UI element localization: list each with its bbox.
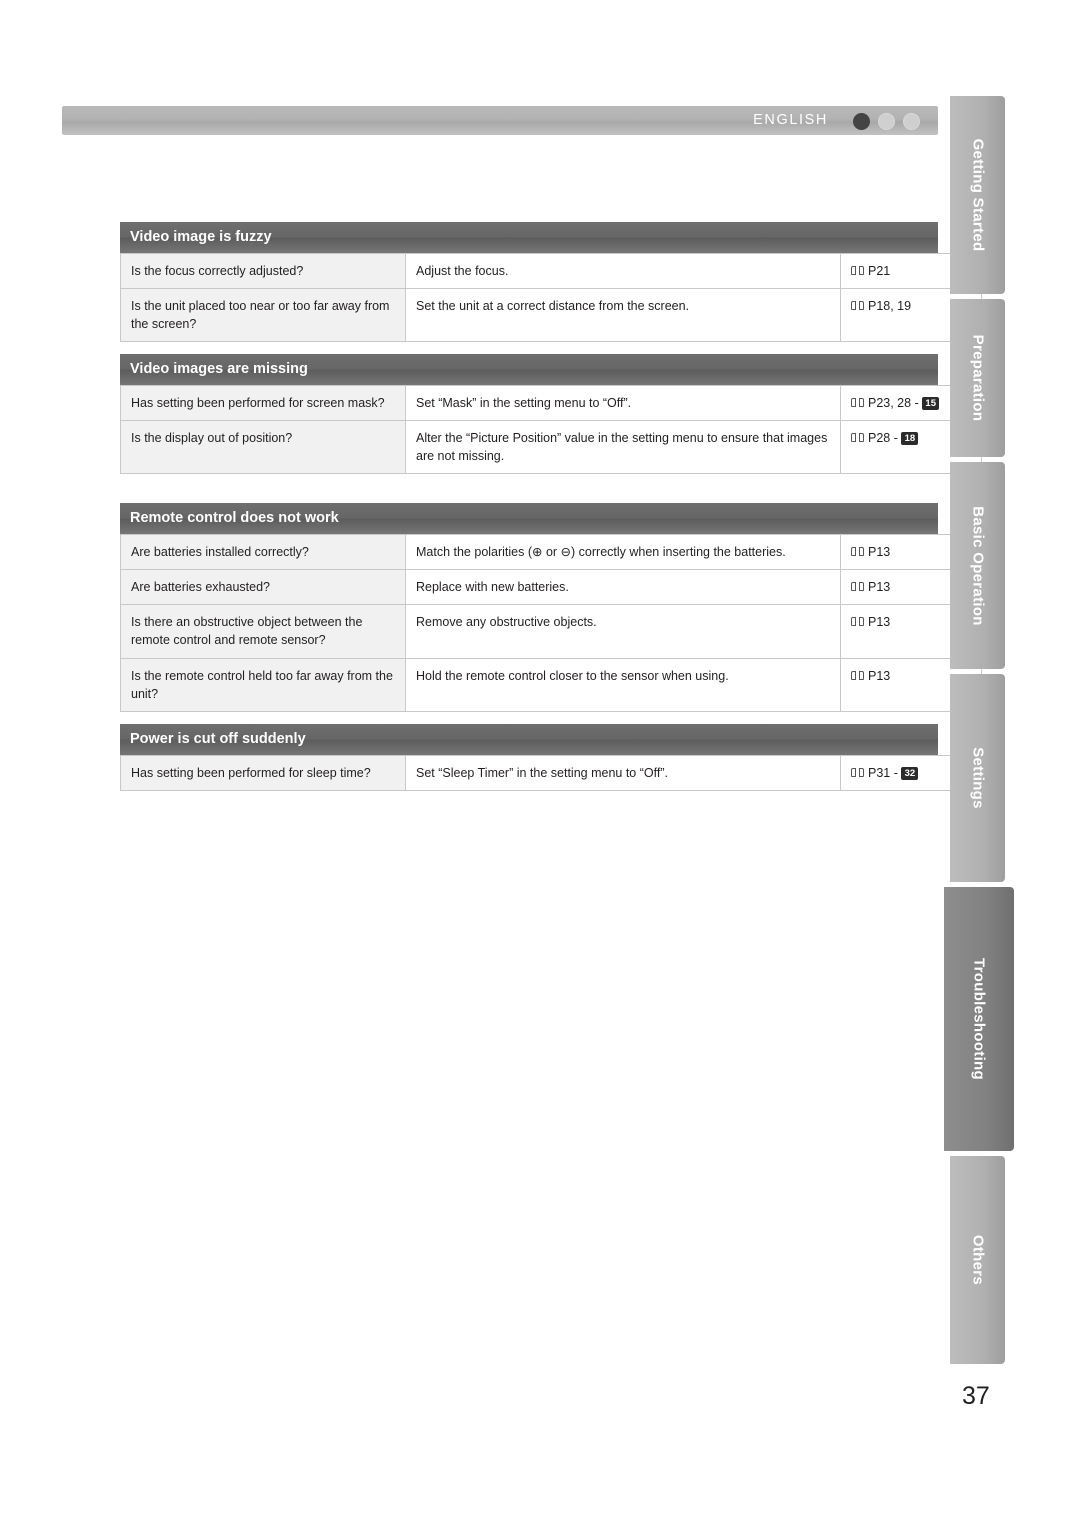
sidebar-item-label: Settings — [969, 747, 986, 809]
troubleshooting-table-video-images-are-missing: Video images are missing Has setting bee… — [120, 354, 982, 475]
book-icon — [851, 768, 864, 778]
row-action: Remove any obstructive objects. — [405, 604, 841, 659]
sidebar-item-others[interactable]: Others — [950, 1156, 1005, 1364]
sidebar-item-label: Others — [969, 1234, 986, 1286]
table-body: Are batteries installed correctly? Match… — [120, 533, 982, 712]
book-icon — [851, 582, 864, 592]
sidebar-item-troubleshooting[interactable]: Troubleshooting — [944, 887, 1014, 1151]
sidebar-item-getting-started[interactable]: Getting Started — [950, 96, 1005, 294]
row-action: Replace with new batteries. — [405, 569, 841, 606]
reference-page: P13 — [868, 668, 891, 683]
row-question: Has setting been performed for sleep tim… — [120, 754, 406, 792]
table-title: Video images are missing — [120, 354, 938, 385]
reference-badge: 15 — [922, 397, 940, 410]
reference-badge: 18 — [901, 432, 919, 446]
header-dot-2 — [878, 113, 895, 130]
table-body: Has setting been performed for sleep tim… — [120, 754, 982, 792]
row-question: Is the focus correctly adjusted? — [120, 252, 406, 290]
reference-page: P28 - — [868, 431, 902, 446]
sidebar-item-label: Preparation — [969, 334, 986, 422]
table-row: Are batteries installed correctly? Match… — [120, 533, 982, 571]
sidebar-item-preparation[interactable]: Preparation — [950, 299, 1005, 457]
table-title: Video image is fuzzy — [120, 222, 938, 253]
row-question: Has setting been performed for screen ma… — [120, 384, 406, 422]
table-row: Is there an obstructive object between t… — [120, 604, 982, 659]
reference-page: P13 — [868, 545, 891, 559]
reference-badge: 32 — [901, 767, 919, 780]
row-question: Is there an obstructive object between t… — [120, 604, 406, 659]
table-row: Is the remote control held too far away … — [120, 657, 982, 712]
page-header-bar: ENGLISH — [62, 106, 938, 135]
row-action: Alter the “Picture Position” value in th… — [405, 420, 841, 475]
row-action: Set the unit at a correct distance from … — [405, 288, 841, 343]
sidebar-item-label: Troubleshooting — [970, 958, 988, 1080]
book-icon — [851, 301, 864, 311]
book-icon — [851, 266, 864, 276]
header-language-label: ENGLISH — [753, 112, 828, 128]
book-icon — [851, 398, 864, 408]
reference-page: P31 - — [868, 766, 902, 780]
sidebar-item-label: Getting Started — [969, 138, 986, 252]
page-number: 37 — [962, 1382, 990, 1410]
reference-page: P18, 19 — [868, 299, 912, 314]
table-title: Remote control does not work — [120, 503, 938, 534]
row-question: Is the display out of position? — [120, 420, 406, 475]
table-row: Are batteries exhausted? Replace with ne… — [120, 569, 982, 606]
sidebar-item-basic-operation[interactable]: Basic Operation — [950, 462, 1005, 669]
troubleshooting-table-power-is-cut-off-suddenly: Power is cut off suddenly Has setting be… — [120, 724, 982, 792]
book-icon — [851, 670, 864, 681]
row-action: Match the polarities (⊕ or ⊖) correctly … — [405, 533, 841, 571]
row-question: Are batteries exhausted? — [120, 569, 406, 606]
book-icon — [851, 433, 864, 443]
row-action: Set “Mask” in the setting menu to “Off”. — [405, 384, 841, 422]
table-body: Is the focus correctly adjusted? Adjust … — [120, 252, 982, 343]
reference-page: P13 — [868, 580, 891, 595]
table-row: Is the unit placed too near or too far a… — [120, 288, 982, 343]
sidebar-item-settings[interactable]: Settings — [950, 674, 1005, 882]
row-question: Are batteries installed correctly? — [120, 533, 406, 571]
sidebar-item-label: Basic Operation — [969, 505, 986, 626]
reference-page: P21 — [868, 264, 891, 278]
table-row: Is the display out of position? Alter th… — [120, 420, 982, 475]
table-body: Has setting been performed for screen ma… — [120, 384, 982, 475]
troubleshooting-table-remote-control-does-not-work: Remote control does not work Are batteri… — [120, 503, 982, 712]
table-row: Has setting been performed for screen ma… — [120, 384, 982, 422]
row-action: Adjust the focus. — [405, 252, 841, 290]
table-title: Power is cut off suddenly — [120, 724, 938, 755]
header-progress-dots — [853, 113, 920, 130]
row-question: Is the unit placed too near or too far a… — [120, 288, 406, 343]
row-action: Hold the remote control closer to the se… — [405, 657, 841, 712]
table-row: Is the focus correctly adjusted? Adjust … — [120, 252, 982, 290]
troubleshooting-table-video-image-is-fuzzy: Video image is fuzzy Is the focus correc… — [120, 222, 982, 343]
header-dot-3 — [903, 113, 920, 130]
header-dot-1 — [853, 113, 870, 130]
row-action: Set “Sleep Timer” in the setting menu to… — [405, 754, 841, 792]
row-question: Is the remote control held too far away … — [120, 657, 406, 712]
reference-page: P13 — [868, 615, 891, 630]
book-icon — [851, 547, 864, 557]
book-icon — [851, 617, 864, 627]
table-row: Has setting been performed for sleep tim… — [120, 754, 982, 792]
reference-page: P23, 28 - — [868, 396, 923, 410]
